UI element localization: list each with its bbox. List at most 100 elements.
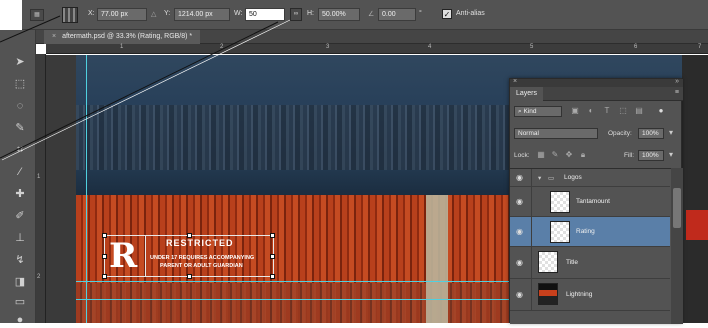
type-filter-icon[interactable]: T <box>602 106 612 116</box>
lock-pixels-icon[interactable]: ✎ <box>550 150 560 160</box>
lock-transparent-icon[interactable]: ▦ <box>536 150 546 160</box>
anti-alias-checkbox[interactable]: ✓ <box>442 9 452 19</box>
height-field[interactable]: 50.00% <box>318 8 360 21</box>
opacity-field[interactable]: 100% <box>638 128 664 139</box>
visibility-column: ◉ <box>510 247 532 278</box>
transform-handle[interactable] <box>187 274 192 279</box>
layer-thumbnail <box>538 283 558 305</box>
document-tab-bar: × aftermath.psd @ 33.3% (Rating, RGB/8) * <box>36 30 708 44</box>
canvas-pasteboard <box>46 55 76 323</box>
lock-all-icon[interactable]: 🔒︎ <box>578 150 588 160</box>
x-label: X: <box>88 10 95 17</box>
close-icon[interactable]: × <box>513 78 517 85</box>
kind-filter-select[interactable]: ⌕ Kind <box>514 106 562 117</box>
eye-icon[interactable]: ◉ <box>516 259 526 267</box>
angle-field[interactable]: 0.00 <box>378 8 416 21</box>
chevron-down-icon[interactable]: ▾ <box>666 150 676 160</box>
layer-row[interactable]: ◉ Tantamount <box>510 187 670 217</box>
visibility-column: ◉ <box>510 217 532 246</box>
transform-handle[interactable] <box>270 274 275 279</box>
ruler-tick: 4 <box>428 44 432 50</box>
visibility-column: ◉ <box>510 187 532 216</box>
rating-badge[interactable]: R RESTRICTED UNDER 17 REQUIRES ACCOMPANY… <box>102 233 275 279</box>
reference-point-icon[interactable] <box>62 7 78 23</box>
ruler-tick: 7 <box>698 44 702 50</box>
eye-icon[interactable]: ◉ <box>516 291 526 299</box>
fill-field[interactable]: 100% <box>638 150 664 161</box>
blur-tool-icon[interactable]: ● <box>12 312 28 328</box>
folder-icon: ▭ <box>548 175 555 182</box>
panel-header[interactable]: × » <box>510 78 683 87</box>
visibility-column: ◉ <box>510 169 532 186</box>
healing-brush-tool-icon[interactable]: ✚ <box>12 186 28 202</box>
rating-line-1: UNDER 17 REQUIRES ACCOMPANYING <box>150 255 255 261</box>
transform-handle[interactable] <box>102 254 107 259</box>
scrollbar-thumb[interactable] <box>673 188 681 228</box>
fill-label: Fill: <box>624 152 635 159</box>
link-icon[interactable]: ∞ <box>290 8 302 21</box>
layer-row-selected[interactable]: ◉ Rating <box>510 217 670 247</box>
transform-handle[interactable] <box>102 233 107 238</box>
w-label: W: <box>234 10 243 17</box>
layer-row-group[interactable]: ◉ ▾ ▭ Logos <box>510 169 670 187</box>
gradient-tool-icon[interactable]: ▭ <box>12 294 28 310</box>
document-tab[interactable]: × aftermath.psd @ 33.3% (Rating, RGB/8) * <box>44 30 201 44</box>
pixel-filter-icon[interactable]: ▣ <box>570 106 580 116</box>
blend-mode-select[interactable]: Normal <box>514 128 598 139</box>
collapse-icon[interactable]: » <box>675 78 679 85</box>
blend-row: Normal Opacity: 100% ▾ <box>510 125 683 142</box>
transform-handle[interactable] <box>270 233 275 238</box>
lasso-tool-icon[interactable]: ◌ <box>12 98 28 114</box>
layer-thumbnail <box>550 191 570 213</box>
lock-row: Lock: ▦ ✎ ✥ 🔒︎ Fill: 100% ▾ <box>510 147 683 164</box>
layer-row[interactable]: ◉ Title <box>510 247 670 279</box>
ruler-tick: 1 <box>37 174 41 180</box>
layer-thumbnail <box>538 251 558 273</box>
document-title: aftermath.psd @ 33.3% (Rating, RGB/8) * <box>62 33 193 40</box>
anti-alias-label: Anti-alias <box>456 10 485 17</box>
toolbar-top-area <box>0 0 22 30</box>
eye-icon[interactable]: ◉ <box>516 228 526 236</box>
eye-icon[interactable]: ◉ <box>516 174 526 182</box>
relative-position-icon[interactable]: △ <box>151 10 156 18</box>
tool-preset-icon[interactable]: ▦ <box>30 9 44 21</box>
transform-handle[interactable] <box>102 274 107 279</box>
panel-menu-icon[interactable]: ≡ <box>675 89 679 96</box>
layers-scrollbar[interactable] <box>671 168 683 324</box>
quick-select-tool-icon[interactable]: ✎ <box>12 120 28 136</box>
marquee-tool-icon[interactable]: ⬚ <box>12 76 28 92</box>
ruler-horizontal[interactable]: 1 2 3 4 5 6 7 <box>46 44 708 54</box>
clone-stamp-tool-icon[interactable]: ⊥ <box>12 230 28 246</box>
lock-position-icon[interactable]: ✥ <box>564 150 574 160</box>
x-field[interactable]: 77.00 px <box>97 8 147 21</box>
layer-name: Title <box>566 259 579 266</box>
ruler-vertical[interactable]: 1 2 <box>36 54 46 323</box>
y-field[interactable]: 1214.00 px <box>174 8 230 21</box>
smart-object-filter-icon[interactable]: ▤ <box>634 106 644 116</box>
shape-filter-icon[interactable]: ⬚ <box>618 106 628 116</box>
ruler-tick: 2 <box>220 44 224 50</box>
width-field[interactable]: 50 <box>245 8 285 21</box>
eraser-tool-icon[interactable]: ◨ <box>12 274 28 290</box>
eye-icon[interactable]: ◉ <box>516 198 526 206</box>
move-tool-icon[interactable]: ➤ <box>12 54 28 70</box>
ruler-tick: 5 <box>530 44 534 50</box>
eyedropper-tool-icon[interactable]: ⁄ <box>12 164 28 180</box>
chevron-down-icon[interactable]: ▾ <box>666 128 676 138</box>
crop-tool-icon[interactable]: ⌗ <box>12 142 28 158</box>
adjustment-filter-icon[interactable]: ◐ <box>586 106 596 116</box>
transform-handle[interactable] <box>270 254 275 259</box>
history-brush-tool-icon[interactable]: ↯ <box>12 252 28 268</box>
guide-vertical[interactable] <box>86 55 87 323</box>
layer-name: Lightning <box>566 291 593 298</box>
filter-toggle-icon[interactable]: ● <box>656 106 666 116</box>
rotate-icon: ∠ <box>368 11 375 18</box>
tab-layers[interactable]: Layers <box>510 87 544 101</box>
disclosure-icon[interactable]: ▾ <box>538 174 541 182</box>
layer-name: Logos <box>564 174 582 181</box>
filter-row: ⌕ Kind ▣ ◐ T ⬚ ▤ ● <box>510 103 683 120</box>
layer-row[interactable]: ◉ Lightning <box>510 279 670 311</box>
close-icon[interactable]: × <box>52 33 56 40</box>
transform-handle[interactable] <box>187 233 192 238</box>
brush-tool-icon[interactable]: ✐ <box>12 208 28 224</box>
